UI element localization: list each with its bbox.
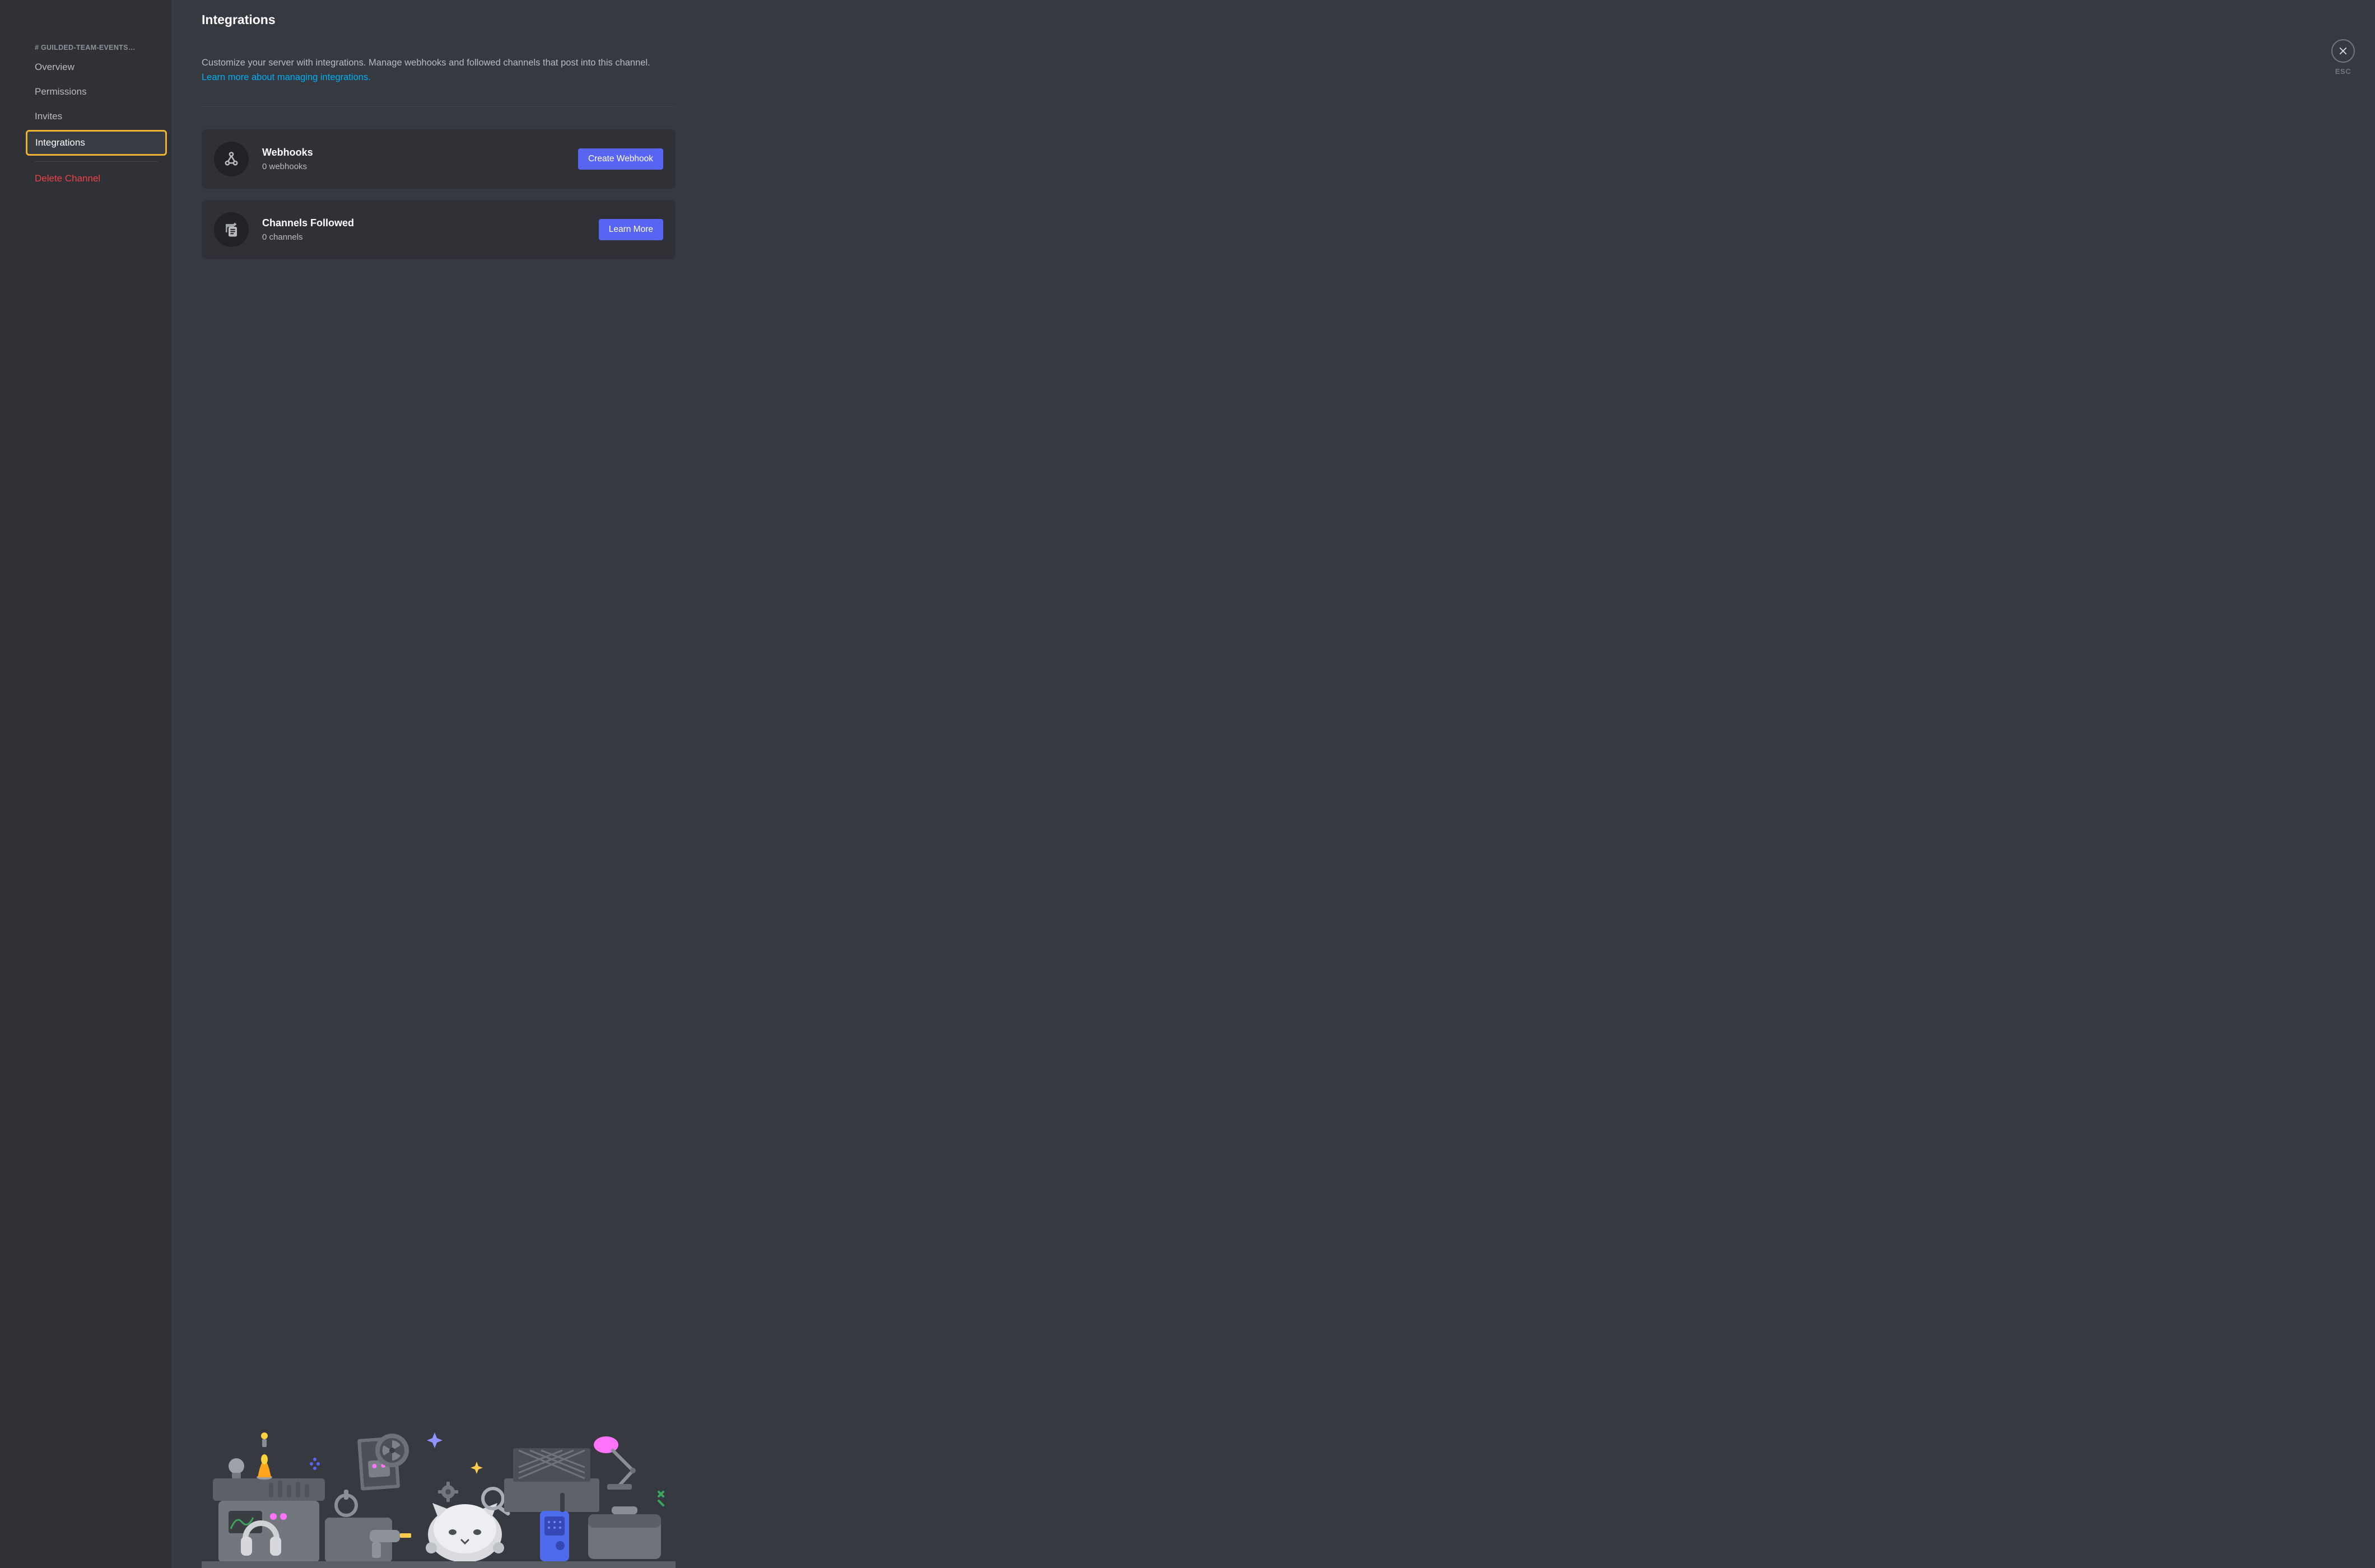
webhooks-subtitle: 0 webhooks	[262, 162, 578, 171]
sidebar-item-permissions[interactable]: Permissions	[27, 81, 166, 103]
sidebar-divider	[35, 161, 158, 162]
channels-followed-learn-more-button[interactable]: Learn More	[599, 219, 663, 240]
channels-followed-subtitle: 0 channels	[262, 232, 599, 242]
sidebar-item-invites[interactable]: Invites	[27, 105, 166, 128]
sidebar-inner: # GUILDED-TEAM-EVENTS… Overview Permissi…	[27, 39, 166, 192]
webhook-icon	[214, 142, 249, 176]
close-icon	[2331, 39, 2355, 63]
channels-followed-card: Channels Followed 0 channels Learn More	[202, 200, 676, 259]
app-root: # GUILDED-TEAM-EVENTS… Overview Permissi…	[0, 0, 2375, 1568]
sidebar-item-overview[interactable]: Overview	[27, 56, 166, 78]
channels-followed-card-text: Channels Followed 0 channels	[262, 217, 599, 242]
close-button[interactable]: ESC	[2331, 39, 2355, 76]
page-title: Integrations	[202, 12, 2345, 27]
integrations-illustration	[202, 1422, 676, 1568]
page-description-text: Customize your server with integrations.…	[202, 58, 650, 68]
content-divider	[202, 106, 676, 107]
sidebar-item-delete-channel[interactable]: Delete Channel	[27, 167, 166, 190]
settings-main: Integrations Customize your server with …	[171, 0, 2375, 1568]
esc-label: ESC	[2335, 67, 2351, 76]
channel-name-header: # GUILDED-TEAM-EVENTS…	[27, 39, 166, 56]
channels-followed-title: Channels Followed	[262, 217, 599, 229]
webhooks-title: Webhooks	[262, 147, 578, 158]
webhooks-card-text: Webhooks 0 webhooks	[262, 147, 578, 171]
settings-sidebar: # GUILDED-TEAM-EVENTS… Overview Permissi…	[0, 0, 171, 1568]
page-description: Customize your server with integrations.…	[202, 55, 678, 85]
tutorial-highlight: Integrations	[26, 130, 167, 156]
channels-followed-icon	[214, 212, 249, 247]
create-webhook-button[interactable]: Create Webhook	[578, 148, 663, 170]
sidebar-item-integrations[interactable]: Integrations	[27, 132, 165, 154]
webhooks-card: Webhooks 0 webhooks Create Webhook	[202, 129, 676, 189]
learn-more-link[interactable]: Learn more about managing integrations.	[202, 72, 371, 82]
